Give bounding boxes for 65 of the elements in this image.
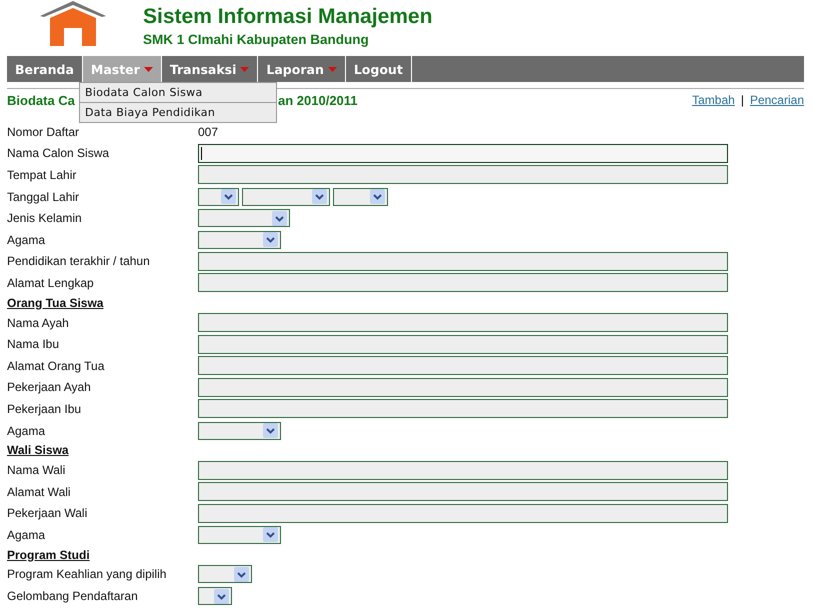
chevron-icon	[370, 189, 385, 204]
section-heading: Wali Siswa	[7, 442, 70, 460]
text-field[interactable]	[198, 356, 728, 376]
search-link[interactable]: Pencarian	[750, 93, 804, 107]
field-label: Nama Ibu	[7, 337, 60, 352]
text-field[interactable]	[198, 313, 728, 332]
page-heading: an 2010/2011	[278, 92, 358, 108]
text-field[interactable]	[198, 144, 728, 163]
select-field[interactable]	[198, 230, 281, 249]
app-title: Sistem Informasi Manajemen	[143, 5, 432, 29]
menu-item[interactable]: Biodata Calon Siswa	[80, 83, 276, 102]
select-field[interactable]	[198, 587, 232, 606]
chevron-icon	[234, 566, 249, 582]
chevron-icon	[272, 210, 287, 226]
text-field[interactable]	[198, 399, 728, 418]
add-link[interactable]: Tambah	[692, 93, 735, 107]
text-field[interactable]	[198, 252, 728, 271]
chevron-icon	[263, 527, 278, 542]
section-heading: Orang Tua Siswa	[7, 294, 104, 312]
school-subtitle: SMK 1 CImahi Kabupaten Bandung	[143, 32, 370, 47]
field-label: Tanggal Lahir	[7, 190, 80, 204]
field-label: Nama Calon Siswa	[7, 146, 110, 160]
house-logo-icon	[38, 0, 108, 48]
field-label: Program Keahlian yang dipilih	[7, 567, 168, 582]
field-label: Agama	[7, 528, 46, 542]
field-label: Agama	[7, 232, 46, 247]
field-label: Alamat Orang Tua	[7, 358, 106, 373]
text-field[interactable]	[198, 334, 728, 354]
field-label: Alamat Wali	[7, 484, 72, 499]
field-label: Nama Ayah	[7, 316, 70, 330]
select-field[interactable]	[198, 526, 281, 544]
field-label: Nama Wali	[7, 463, 66, 478]
chevron-icon	[214, 588, 229, 604]
select-field[interactable]	[198, 422, 281, 440]
field-label: Gelombang Pendaftaran	[7, 589, 139, 604]
field-label: Tempat Lahir	[7, 168, 78, 182]
text-field[interactable]	[198, 504, 728, 523]
chevron-icon	[312, 189, 327, 204]
field-label: Agama	[7, 424, 46, 438]
select-field[interactable]	[198, 565, 252, 584]
chevron-icon	[263, 423, 278, 438]
field-label: Nomor Daftar	[7, 124, 80, 139]
nav-item[interactable]: Logout	[346, 56, 412, 82]
field-label: Alamat Lengkap	[7, 276, 95, 290]
field-label: Pekerjaan Ibu	[7, 402, 82, 416]
text-field[interactable]	[198, 482, 728, 502]
link-separator: |	[740, 93, 744, 107]
select-field[interactable]	[333, 188, 388, 206]
page-heading: Biodata Ca	[7, 92, 75, 108]
field-value: 007	[198, 124, 218, 139]
field-label: Pendidikan terakhir / tahun	[7, 254, 151, 268]
text-field[interactable]	[198, 273, 728, 292]
select-field[interactable]	[242, 188, 330, 206]
text-field[interactable]	[198, 165, 728, 184]
text-field[interactable]	[198, 460, 728, 480]
chevron-icon	[221, 189, 236, 204]
chevron-icon	[263, 232, 278, 248]
section-heading: Program Studi	[7, 546, 91, 564]
field-label: Pekerjaan Wali	[7, 506, 88, 520]
menu-item[interactable]: Data Biaya Pendidikan	[80, 102, 276, 122]
select-field[interactable]	[198, 209, 290, 228]
text-field[interactable]	[198, 378, 728, 397]
field-label: Jenis Kelamin	[7, 211, 83, 226]
select-field[interactable]	[198, 188, 239, 206]
field-label: Pekerjaan Ayah	[7, 380, 92, 394]
